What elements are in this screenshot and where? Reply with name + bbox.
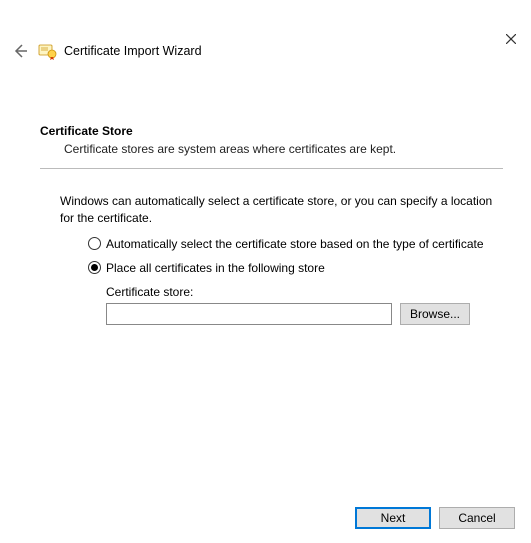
- section-description: Certificate stores are system areas wher…: [64, 142, 503, 156]
- section-heading: Certificate Store: [40, 124, 503, 138]
- radio-auto-label: Automatically select the certificate sto…: [106, 237, 484, 251]
- certificate-wizard-icon: [38, 42, 58, 60]
- radio-icon-checked: [88, 261, 101, 274]
- wizard-footer: Next Cancel: [355, 507, 515, 529]
- radio-place-label: Place all certificates in the following …: [106, 261, 325, 275]
- info-text: Windows can automatically select a certi…: [60, 193, 503, 227]
- certificate-store-input[interactable]: [106, 303, 392, 325]
- next-button[interactable]: Next: [355, 507, 431, 529]
- radio-icon: [88, 237, 101, 250]
- close-icon: [506, 34, 516, 44]
- divider: [40, 168, 503, 169]
- certificate-store-block: Certificate store: Browse...: [106, 285, 503, 325]
- certificate-store-label: Certificate store:: [106, 285, 503, 299]
- cancel-button[interactable]: Cancel: [439, 507, 515, 529]
- radio-auto-select[interactable]: Automatically select the certificate sto…: [88, 237, 503, 251]
- browse-button[interactable]: Browse...: [400, 303, 470, 325]
- store-radio-group: Automatically select the certificate sto…: [88, 237, 503, 275]
- radio-place-all[interactable]: Place all certificates in the following …: [88, 261, 503, 275]
- wizard-content: Certificate Store Certificate stores are…: [40, 124, 503, 485]
- close-button[interactable]: [491, 24, 531, 54]
